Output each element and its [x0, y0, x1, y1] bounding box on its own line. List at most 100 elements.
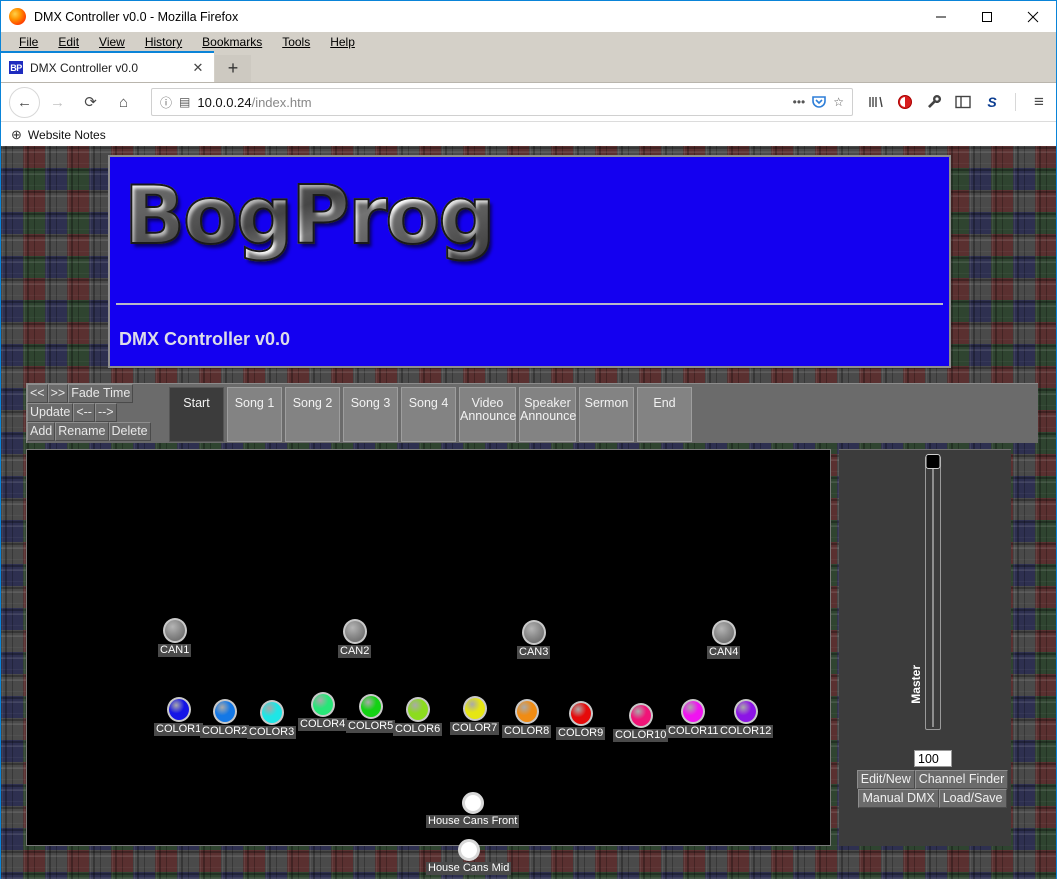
fixture-color1[interactable]: COLOR1 [154, 697, 203, 736]
scene-tab-song-1[interactable]: Song 1 [227, 387, 282, 442]
fixture-color10[interactable]: COLOR10 [613, 703, 668, 742]
blocker-icon[interactable] [896, 93, 914, 111]
fixture-color6[interactable]: COLOR6 [393, 697, 442, 736]
page-actions-icon[interactable]: ••• [793, 95, 806, 109]
color-circle[interactable] [515, 699, 539, 724]
close-button[interactable] [1010, 1, 1056, 32]
bookmark-website-notes[interactable]: Website Notes [28, 128, 106, 142]
manual-dmx-button[interactable]: Manual DMX [858, 789, 938, 808]
can-circle[interactable] [163, 618, 187, 643]
move-left-button[interactable]: <-- [73, 403, 95, 422]
back-button[interactable]: ← [9, 87, 40, 118]
scene-tab-end[interactable]: End [637, 387, 692, 442]
fixture-color9[interactable]: COLOR9 [556, 701, 605, 740]
minimize-button[interactable] [918, 1, 964, 32]
color-circle[interactable] [734, 699, 758, 724]
fixture-label: CAN2 [338, 645, 371, 658]
tab-close-icon[interactable]: ✕ [190, 60, 206, 76]
bookmark-star-icon[interactable]: ☆ [833, 95, 844, 109]
s-extension-icon[interactable]: S [983, 93, 1001, 111]
app-toolbar: << >> Fade Time Update <-- --> Add Renam… [26, 383, 1038, 443]
fixture-color5[interactable]: COLOR5 [346, 694, 395, 733]
fixture-house-cans-mid[interactable]: House Cans Mid [426, 839, 511, 875]
reload-button[interactable]: ⟳ [75, 87, 106, 118]
color-circle[interactable] [629, 703, 653, 728]
fixture-can1[interactable]: CAN1 [158, 618, 191, 657]
fixture-label: CAN1 [158, 644, 191, 657]
fixture-can4[interactable]: CAN4 [707, 620, 740, 659]
color-circle[interactable] [406, 697, 430, 722]
color-circle[interactable] [213, 699, 237, 724]
fixture-label: COLOR7 [450, 722, 499, 735]
scene-tab-sermon[interactable]: Sermon [579, 387, 634, 442]
rename-button[interactable]: Rename [55, 422, 108, 441]
next-button[interactable]: >> [48, 384, 69, 403]
color-circle[interactable] [569, 701, 593, 726]
menu-edit[interactable]: Edit [48, 34, 89, 50]
identity-info-icon[interactable]: ⓘ [160, 94, 172, 111]
new-tab-button[interactable]: + [215, 55, 251, 82]
menu-view[interactable]: View [89, 34, 135, 50]
fixture-color3[interactable]: COLOR3 [247, 700, 296, 739]
menu-file[interactable]: File [9, 34, 48, 50]
fixture-house-cans-front[interactable]: House Cans Front [426, 792, 519, 828]
master-slider-thumb[interactable] [926, 454, 941, 469]
house-can-circle[interactable] [462, 792, 484, 814]
scene-tab-label: Announce [520, 410, 575, 423]
master-slider[interactable] [925, 456, 941, 730]
fade-time-button[interactable]: Fade Time [68, 384, 133, 403]
color-circle[interactable] [260, 700, 284, 725]
fixture-can2[interactable]: CAN2 [338, 619, 371, 658]
prev-button[interactable]: << [27, 384, 48, 403]
app-menu-icon[interactable]: ≡ [1030, 93, 1048, 111]
tab-strip: BP DMX Controller v0.0 ✕ + [1, 52, 1056, 83]
house-can-circle[interactable] [458, 839, 480, 861]
can-circle[interactable] [712, 620, 736, 645]
wrench-icon[interactable] [925, 93, 943, 111]
browser-tab-dmx[interactable]: BP DMX Controller v0.0 ✕ [1, 51, 214, 82]
can-circle[interactable] [522, 620, 546, 645]
menu-history[interactable]: History [135, 34, 192, 50]
scene-tab-speaker-announce[interactable]: SpeakerAnnounce [519, 387, 576, 442]
fixture-color2[interactable]: COLOR2 [200, 699, 249, 738]
master-buttons-row-2: Manual DMX Load/Save [855, 789, 1010, 808]
move-right-button[interactable]: --> [95, 403, 117, 422]
control-button-grid: << >> Fade Time Update <-- --> Add Renam… [27, 384, 163, 441]
menu-tools[interactable]: Tools [272, 34, 320, 50]
color-circle[interactable] [359, 694, 383, 719]
menu-bookmarks[interactable]: Bookmarks [192, 34, 272, 50]
color-circle[interactable] [311, 692, 335, 717]
library-icon[interactable] [867, 93, 885, 111]
sidebar-icon[interactable] [954, 93, 972, 111]
fixture-color7[interactable]: COLOR7 [450, 696, 499, 735]
scene-tab-song-4[interactable]: Song 4 [401, 387, 456, 442]
reader-mode-icon[interactable]: ▤ [179, 95, 190, 109]
add-button[interactable]: Add [27, 422, 55, 441]
scene-tab-video-announce[interactable]: VideoAnnounce [459, 387, 516, 442]
home-button[interactable]: ⌂ [108, 87, 139, 118]
channel-finder-button[interactable]: Channel Finder [915, 770, 1008, 789]
scene-tab-song-2[interactable]: Song 2 [285, 387, 340, 442]
forward-button[interactable]: → [42, 87, 73, 118]
menu-help[interactable]: Help [320, 34, 365, 50]
fixture-color11[interactable]: COLOR11 [666, 699, 721, 738]
fixture-color8[interactable]: COLOR8 [502, 699, 551, 738]
scene-tab-start[interactable]: Start [169, 387, 224, 442]
color-circle[interactable] [681, 699, 705, 724]
fixture-color12[interactable]: COLOR12 [718, 699, 773, 738]
delete-button[interactable]: Delete [109, 422, 151, 441]
master-value-input[interactable]: 100 [914, 750, 952, 767]
pocket-icon[interactable] [812, 94, 826, 111]
edit-new-button[interactable]: Edit/New [857, 770, 915, 789]
update-button[interactable]: Update [27, 403, 73, 422]
scene-tab-song-3[interactable]: Song 3 [343, 387, 398, 442]
url-bar[interactable]: ⓘ ▤ 10.0.0.24/index.htm ••• ☆ [151, 88, 853, 116]
can-circle[interactable] [343, 619, 367, 644]
load-save-button[interactable]: Load/Save [939, 789, 1007, 808]
color-circle[interactable] [463, 696, 487, 721]
window-title: DMX Controller v0.0 - Mozilla Firefox [34, 10, 238, 24]
color-circle[interactable] [167, 697, 191, 722]
fixture-color4[interactable]: COLOR4 [298, 692, 347, 731]
maximize-button[interactable] [964, 1, 1010, 32]
fixture-can3[interactable]: CAN3 [517, 620, 550, 659]
